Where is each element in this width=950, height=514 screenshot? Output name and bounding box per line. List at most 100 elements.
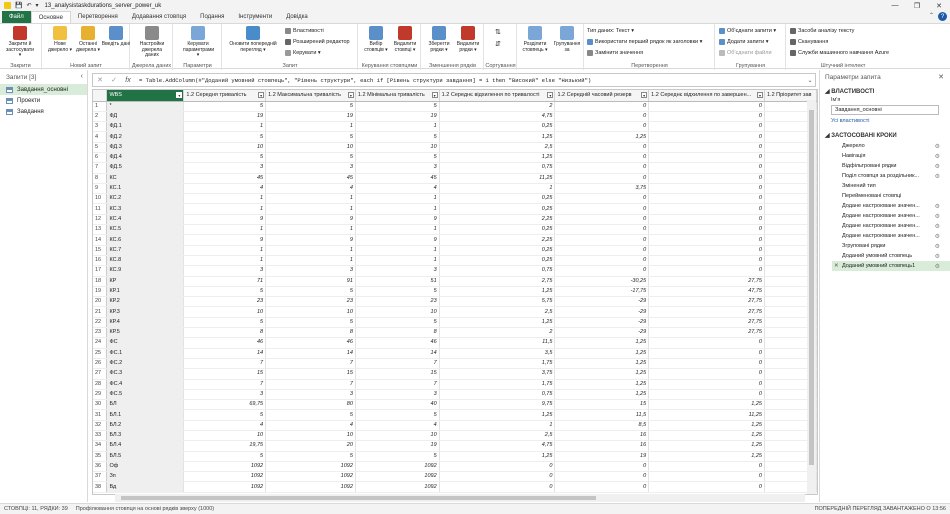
properties-button[interactable]: Властивості — [285, 28, 324, 34]
table-cell[interactable]: КС — [106, 173, 185, 184]
table-cell[interactable]: 5 — [355, 451, 440, 462]
table-cell[interactable]: 46 — [265, 337, 356, 349]
row-number[interactable]: 17 — [93, 265, 108, 277]
advanced-editor-button[interactable]: Розширений редактор — [285, 39, 350, 45]
table-cell[interactable]: ФС — [106, 337, 185, 349]
row-number[interactable]: 14 — [93, 234, 108, 246]
column-filter-icon[interactable]: ▾ — [258, 92, 265, 98]
table-cell[interactable]: 1,25 — [439, 131, 556, 143]
table-cell[interactable]: 4,75 — [439, 440, 556, 452]
table-cell[interactable]: 7 — [265, 379, 356, 390]
column-header[interactable]: 1.2 Середній часовий резерв ▾ — [554, 90, 650, 102]
table-cell[interactable]: 0 — [554, 265, 650, 277]
table-cell[interactable]: 40 — [355, 399, 440, 411]
row-number[interactable]: 15 — [93, 245, 108, 256]
table-cell[interactable]: Зп — [106, 471, 185, 483]
table-cell[interactable]: -30,25 — [554, 276, 650, 287]
table-cell[interactable]: 2 — [439, 327, 556, 339]
split-column-button[interactable]: Розділити стовпець ▾ — [520, 26, 550, 53]
close-apply-button[interactable]: Закрити й застосувати ▾ — [5, 26, 35, 59]
column-filter-icon[interactable]: ▾ — [431, 92, 438, 98]
table-cell[interactable]: 14 — [183, 348, 267, 359]
column-filter-icon[interactable]: ▾ — [547, 92, 554, 98]
table-cell[interactable]: 2,75 — [439, 276, 556, 287]
table-cell[interactable]: 0 — [648, 471, 765, 483]
table-cell[interactable]: КС.3 — [106, 203, 185, 215]
table-cell[interactable]: 11,25 — [648, 409, 765, 421]
row-number[interactable]: 11 — [93, 203, 108, 215]
table-cell[interactable]: 1,25 — [439, 286, 556, 298]
table-cell[interactable]: 14 — [355, 348, 440, 359]
table-row[interactable]: 19 КР.1 5 5 5 1,25 -17,75 47,75 — [93, 286, 817, 298]
remove-columns-button[interactable]: Видалити стовпці ▾ — [390, 26, 420, 53]
table-cell[interactable]: 0 — [554, 193, 650, 205]
table-row[interactable]: 6 ФД.4 5 5 5 1,25 0 0 — [93, 152, 817, 164]
table-cell[interactable]: 0 — [554, 481, 650, 493]
row-number[interactable]: 16 — [93, 255, 108, 267]
table-cell[interactable]: -29 — [554, 296, 650, 308]
table-cell[interactable]: 1 — [355, 255, 440, 267]
table-cell[interactable]: 8 — [355, 327, 440, 339]
table-cell[interactable]: 5 — [265, 317, 356, 329]
table-row[interactable]: 23 КР.5 8 8 8 2 -29 27,75 — [93, 327, 817, 339]
manage-parameters-button[interactable]: Керувати параметрами ▾ — [183, 26, 214, 59]
table-cell[interactable]: 19,75 — [183, 440, 267, 452]
table-cell[interactable]: 0 — [648, 111, 765, 123]
table-cell[interactable]: 1 — [265, 203, 356, 215]
table-cell[interactable]: -29 — [554, 317, 650, 329]
data-source-settings-button[interactable]: Настройки джерела даних — [137, 26, 167, 59]
table-cell[interactable]: 0 — [554, 471, 650, 483]
tab-1[interactable]: Основне — [30, 11, 71, 23]
table-cell[interactable]: ФД.1 — [106, 121, 185, 133]
table-cell[interactable]: КС.7 — [106, 245, 185, 256]
table-cell[interactable]: КС.5 — [106, 224, 185, 236]
table-cell[interactable]: КС.1 — [106, 183, 185, 195]
table-cell[interactable]: 4 — [355, 420, 440, 432]
table-cell[interactable]: 3 — [355, 162, 440, 174]
gear-icon[interactable]: ⚙ — [935, 143, 940, 150]
table-cell[interactable]: 23 — [355, 296, 440, 308]
table-cell[interactable]: 1 — [265, 245, 356, 256]
table-cell[interactable]: КР.2 — [106, 296, 185, 308]
table-cell[interactable]: 3 — [265, 265, 356, 277]
table-cell[interactable]: 1,25 — [554, 348, 650, 359]
table-cell[interactable]: 4 — [183, 183, 267, 195]
table-cell[interactable]: 69,75 — [183, 399, 267, 411]
table-cell[interactable]: 1,25 — [554, 368, 650, 380]
table-cell[interactable]: 0 — [554, 255, 650, 267]
table-cell[interactable]: 3 — [265, 162, 356, 174]
keep-rows-button[interactable]: Зберегти рядки ▾ — [424, 26, 454, 53]
table-row[interactable]: 5 ФД.3 10 10 10 2,5 0 0 — [93, 142, 817, 153]
applied-step[interactable]: Відфільтровані рядки ⚙ — [820, 161, 950, 171]
query-item[interactable]: Завдання — [0, 106, 87, 117]
table-cell[interactable]: ФС.5 — [106, 389, 185, 401]
table-row[interactable]: 4 ФД.2 5 5 5 1,25 1,25 0 — [93, 131, 817, 143]
table-cell[interactable]: 5 — [183, 317, 267, 329]
table-cell[interactable]: 3 — [265, 389, 356, 401]
table-cell[interactable]: 0 — [648, 481, 765, 493]
table-cell[interactable]: 5 — [183, 286, 267, 298]
table-row[interactable]: 27 ФС.3 15 15 15 3,75 1,25 0 — [93, 368, 817, 380]
merge-queries-button[interactable]: Об'єднати запити ▾ — [719, 28, 776, 34]
table-row[interactable]: 25 ФС.1 14 14 14 3,5 1,25 0 — [93, 348, 817, 359]
table-cell[interactable]: 19 — [183, 111, 267, 123]
table-row[interactable]: 8 КС 45 45 45 11,25 0 0 — [93, 173, 817, 184]
table-cell[interactable]: 27,75 — [648, 296, 765, 308]
table-cell[interactable]: 0 — [439, 471, 556, 483]
table-cell[interactable]: 11,5 — [554, 409, 650, 421]
table-cell[interactable]: 9 — [355, 234, 440, 246]
table-cell[interactable]: КС.6 — [106, 234, 185, 246]
table-cell[interactable]: 2,25 — [439, 214, 556, 226]
gear-icon[interactable]: ⚙ — [935, 233, 940, 240]
table-cell[interactable]: 0 — [648, 203, 765, 215]
table-cell[interactable]: 0 — [648, 142, 765, 153]
table-cell[interactable]: 2,5 — [439, 306, 556, 318]
table-cell[interactable]: 7 — [183, 379, 267, 390]
azure-ml-button[interactable]: Служби машинного навчання Azure — [790, 50, 889, 56]
table-cell[interactable]: 3,75 — [554, 183, 650, 195]
table-cell[interactable]: 51 — [355, 276, 440, 287]
table-row[interactable]: 21 КР.3 10 10 10 2,5 -29 27,75 — [93, 306, 817, 318]
table-row[interactable]: 20 КР.2 23 23 23 5,75 -29 27,75 — [93, 296, 817, 308]
table-cell[interactable]: 0 — [648, 193, 765, 205]
row-number[interactable]: 25 — [93, 348, 108, 359]
